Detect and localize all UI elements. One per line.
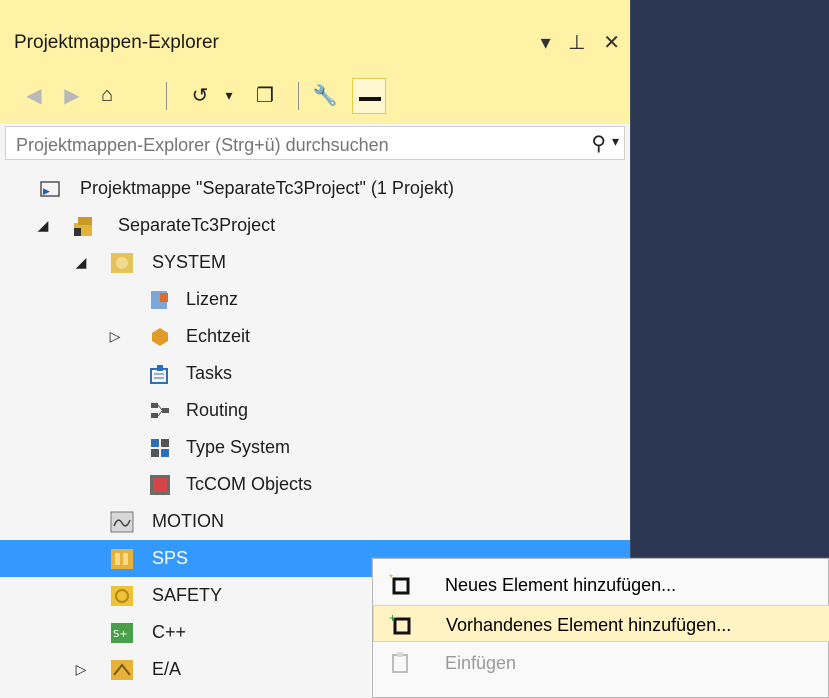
collapsed-arrow-icon[interactable]: ▷ xyxy=(106,328,124,345)
copy-window-icon[interactable]: ❐ xyxy=(250,78,280,112)
panel-toolbar: ◀ ▶ ⌂ ↺ ▾ ❐ 🔧 xyxy=(0,68,630,124)
tree-item-label: Echtzeit xyxy=(186,326,251,346)
tree-item-label: SPS xyxy=(152,548,189,568)
tree-item-label: Tasks xyxy=(186,363,233,383)
menu-item-label: Neues Element hinzufügen... xyxy=(445,575,677,595)
svg-text:▶: ▶ xyxy=(43,186,50,196)
title-icons: ▾ ⊥ ✕ xyxy=(529,30,620,55)
motion-icon xyxy=(110,510,134,534)
svg-text:+: + xyxy=(389,612,396,625)
search-box: ⚲ ▾ xyxy=(5,126,625,160)
dropdown-arrow-icon[interactable]: ▾ xyxy=(541,30,551,55)
tccom-icon xyxy=(148,473,172,497)
tree-item-lizenz[interactable]: Lizenz xyxy=(0,281,630,318)
forward-icon[interactable]: ▶ xyxy=(58,78,86,112)
context-menu: * Neues Element hinzufügen... + Vorhande… xyxy=(372,558,829,698)
tree-item-label: Projektmappe "SeparateTc3Project" (1 Pro… xyxy=(80,178,454,198)
svg-text:*: * xyxy=(389,573,393,584)
tree-item-label: TcCOM Objects xyxy=(186,474,313,494)
svg-text:S+: S+ xyxy=(113,629,128,640)
menu-item-label: Vorhandenes Element hinzufügen... xyxy=(446,615,732,635)
solution-icon: ▶ xyxy=(38,177,62,201)
tree-item-label: SAFETY xyxy=(152,585,223,605)
add-existing-item-icon: + xyxy=(388,611,414,636)
search-input[interactable] xyxy=(14,133,558,157)
search-dropdown-icon[interactable]: ▾ xyxy=(612,133,619,150)
back-icon[interactable]: ◀ xyxy=(20,78,48,112)
tree-item-label: SYSTEM xyxy=(152,252,227,272)
tree-item-routing[interactable]: Routing xyxy=(0,392,630,429)
tree-item-type-system[interactable]: Type System xyxy=(0,429,630,466)
routing-icon xyxy=(148,399,172,423)
tree-item-label: Type System xyxy=(186,437,291,457)
tree-item-tccom[interactable]: TcCOM Objects xyxy=(0,466,630,503)
home-icon[interactable]: ⌂ xyxy=(92,78,122,112)
tree-item-echtzeit[interactable]: ▷ Echtzeit xyxy=(0,318,630,355)
type-system-icon xyxy=(148,436,172,460)
menu-item-new-element[interactable]: * Neues Element hinzufügen... xyxy=(373,566,829,603)
menu-item-label: Einfügen xyxy=(445,653,517,673)
pin-icon[interactable]: ⊥ xyxy=(568,30,585,55)
license-icon xyxy=(148,288,172,312)
tree-item-tasks[interactable]: Tasks xyxy=(0,355,630,392)
panel-titlebar: Projektmappen-Explorer ▾ ⊥ ✕ xyxy=(0,0,630,68)
pin-bar-icon[interactable] xyxy=(352,78,386,114)
history-icon[interactable]: ↺ xyxy=(185,78,215,112)
collapsed-arrow-icon[interactable]: ▷ xyxy=(72,661,90,678)
menu-item-existing-element[interactable]: + Vorhandenes Element hinzufügen... xyxy=(373,605,829,642)
project-icon xyxy=(72,214,96,238)
sps-icon xyxy=(110,547,134,571)
add-new-item-icon: * xyxy=(387,572,413,596)
tree-item-label: SeparateTc3Project xyxy=(118,215,276,235)
realtime-icon xyxy=(148,325,172,349)
wrench-icon[interactable]: 🔧 xyxy=(310,78,340,112)
close-icon[interactable]: ✕ xyxy=(603,30,620,55)
cpp-icon: S+ xyxy=(110,621,134,645)
tree-item-label: MOTION xyxy=(152,511,224,531)
tree-item-project[interactable]: ◢ SeparateTc3Project xyxy=(0,207,630,244)
expanded-arrow-icon[interactable]: ◢ xyxy=(72,254,90,271)
dropdown-icon[interactable]: ▾ xyxy=(220,78,238,112)
io-icon xyxy=(110,658,134,682)
toolbar-separator xyxy=(166,82,167,110)
tree-item-label: Routing xyxy=(186,400,249,420)
paste-icon xyxy=(387,650,413,674)
safety-icon xyxy=(110,584,134,608)
expanded-arrow-icon[interactable]: ◢ xyxy=(34,217,52,234)
tasks-icon xyxy=(148,362,172,386)
tree-item-system[interactable]: ◢ SYSTEM xyxy=(0,244,630,281)
toolbar-separator xyxy=(298,82,299,110)
search-icon[interactable]: ⚲ xyxy=(591,131,606,156)
tree-item-label: E/A xyxy=(152,659,182,679)
tree-item-label: Lizenz xyxy=(186,289,239,309)
tree-item-label: C++ xyxy=(152,622,187,642)
menu-item-paste[interactable]: Einfügen xyxy=(373,644,829,681)
tree-item-motion[interactable]: MOTION xyxy=(0,503,630,540)
tree-item-solution[interactable]: ▶ Projektmappe "SeparateTc3Project" (1 P… xyxy=(0,170,630,207)
system-icon xyxy=(110,251,134,275)
panel-title: Projektmappen-Explorer xyxy=(14,32,219,53)
